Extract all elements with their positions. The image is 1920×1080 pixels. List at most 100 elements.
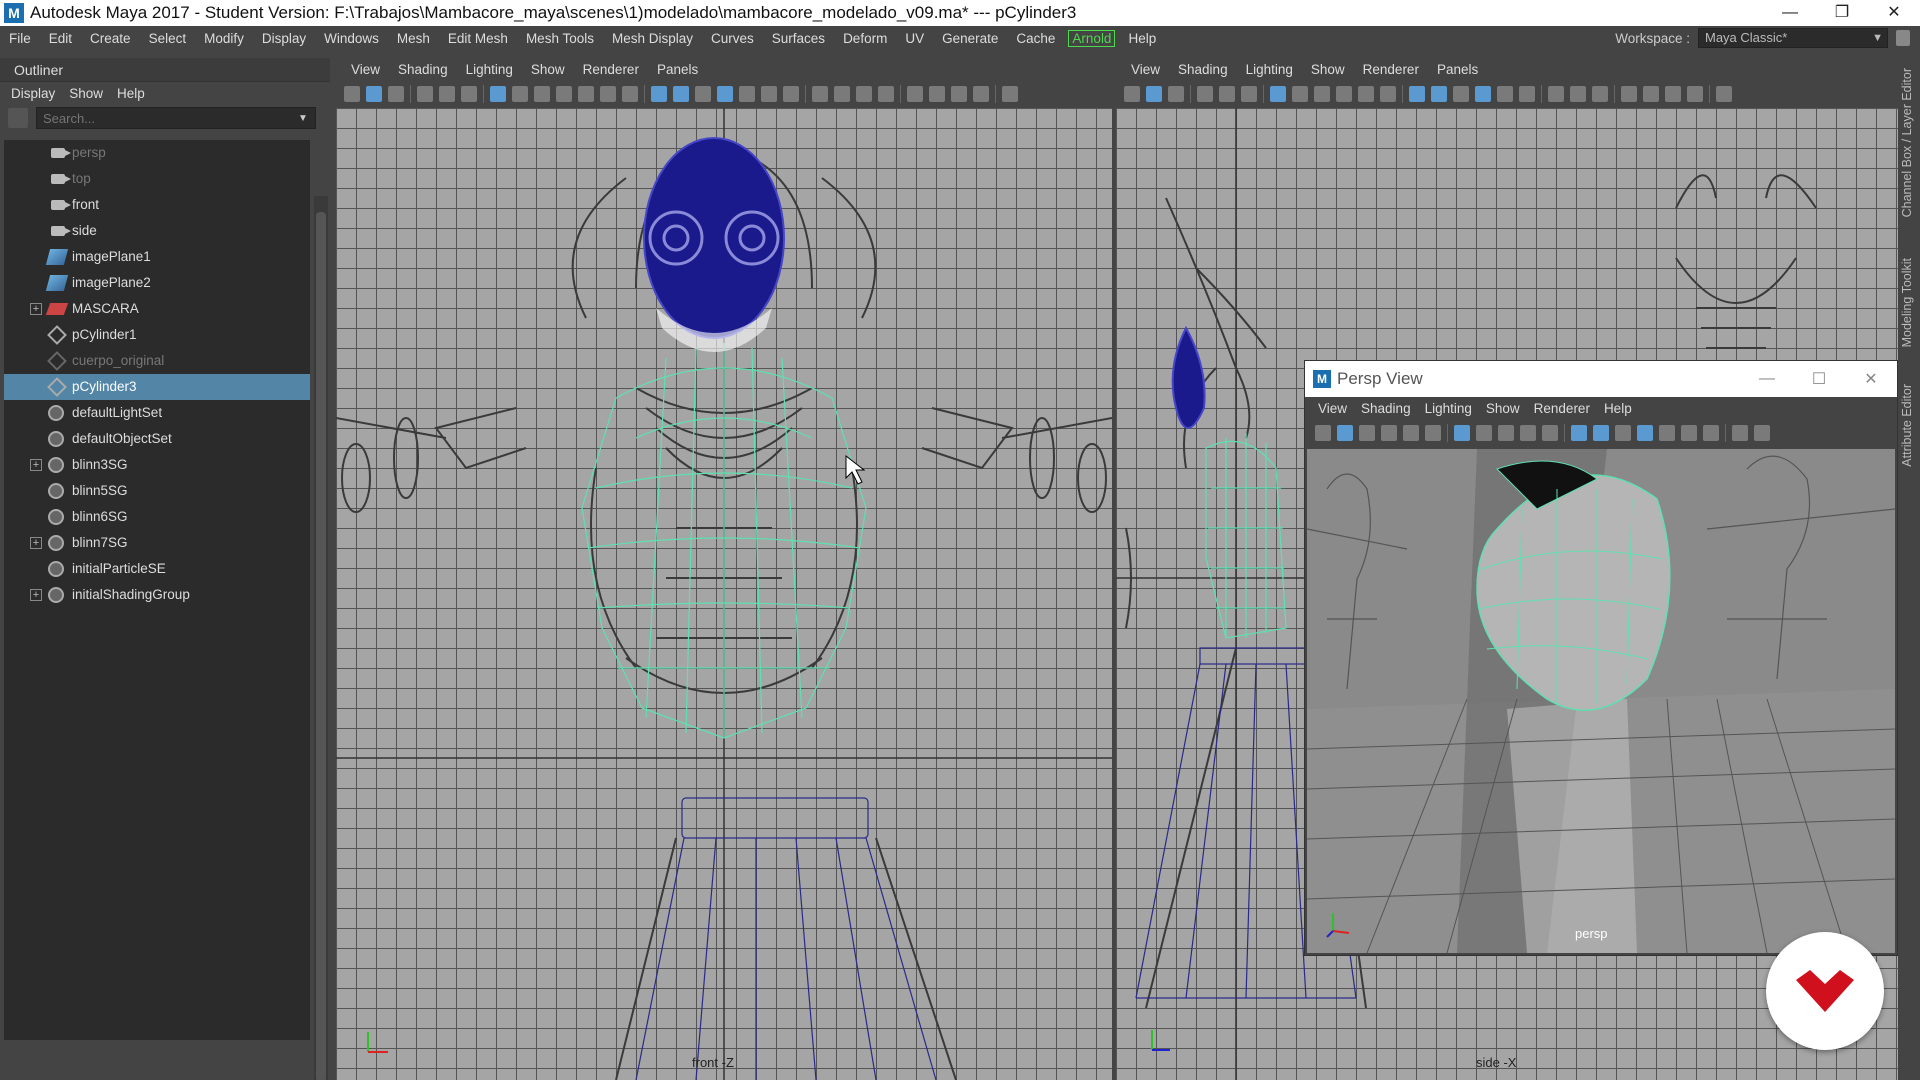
wireframe-icon[interactable]: [1571, 425, 1587, 441]
chevron-down-icon[interactable]: ▼: [298, 113, 308, 124]
anti-aliasing-icon[interactable]: [856, 86, 872, 102]
menu-help[interactable]: Help: [1119, 31, 1165, 46]
grid-toggle-icon[interactable]: [1454, 425, 1470, 441]
wireframe-on-shaded-icon[interactable]: [717, 86, 733, 102]
menu-create[interactable]: Create: [81, 31, 140, 46]
menu-surfaces[interactable]: Surfaces: [763, 31, 834, 46]
outliner-item-imageplane1[interactable]: imagePlane1: [4, 244, 310, 270]
menu-mesh-tools[interactable]: Mesh Tools: [517, 31, 603, 46]
xray-icon[interactable]: [929, 86, 945, 102]
vp-menu-renderer[interactable]: Renderer: [1354, 62, 1428, 77]
gate-mask-icon[interactable]: [556, 86, 572, 102]
outliner-item-imageplane2[interactable]: imagePlane2: [4, 270, 310, 296]
outliner-item-pcylinder3[interactable]: pCylinder3: [4, 374, 310, 400]
resolution-gate-icon[interactable]: [1498, 425, 1514, 441]
menu-select[interactable]: Select: [140, 31, 196, 46]
wireframe-icon[interactable]: [1409, 86, 1425, 102]
outliner-item-top[interactable]: top: [4, 166, 310, 192]
smooth-shade-icon[interactable]: [1431, 86, 1447, 102]
2d-pan-zoom-icon[interactable]: [1403, 425, 1419, 441]
gamma-icon[interactable]: [1002, 86, 1018, 102]
menu-modify[interactable]: Modify: [195, 31, 253, 46]
persp-viewport[interactable]: persp: [1307, 449, 1895, 953]
2d-pan-zoom-icon[interactable]: [1219, 86, 1235, 102]
close-icon[interactable]: ✕: [1845, 369, 1897, 389]
front-viewport[interactable]: View Shading Lighting Show Renderer Pane…: [336, 58, 1112, 1080]
vp-menu-show[interactable]: Show: [522, 62, 574, 77]
vp-menu-lighting[interactable]: Lighting: [1237, 62, 1302, 77]
outliner-item-mascara[interactable]: + MASCARA: [4, 296, 310, 322]
outliner-vertical-scrollbar[interactable]: [314, 196, 328, 1080]
menu-cache[interactable]: Cache: [1007, 31, 1064, 46]
xray-icon[interactable]: [1754, 425, 1770, 441]
lock-icon[interactable]: [1896, 30, 1910, 46]
vp-menu-view[interactable]: View: [1122, 62, 1169, 77]
tab-attribute-editor[interactable]: Attribute Editor: [1900, 384, 1914, 467]
isolate-select-icon[interactable]: [1621, 86, 1637, 102]
camera-select-icon[interactable]: [1124, 86, 1140, 102]
menu-display[interactable]: Display: [253, 31, 315, 46]
isolate-select-icon[interactable]: [907, 86, 923, 102]
persp-menu-view[interactable]: View: [1311, 401, 1354, 416]
screen-space-ao-icon[interactable]: [812, 86, 828, 102]
image-plane-toggle-icon[interactable]: [417, 86, 433, 102]
film-gate-icon[interactable]: [1476, 425, 1492, 441]
resolution-gate-icon[interactable]: [534, 86, 550, 102]
outliner-menu-help[interactable]: Help: [110, 86, 152, 101]
image-plane-toggle-icon[interactable]: [1381, 425, 1397, 441]
2d-pan-zoom-icon[interactable]: [439, 86, 455, 102]
textured-icon[interactable]: [1659, 425, 1675, 441]
wireframe-icon[interactable]: [651, 86, 667, 102]
persp-menu-shading[interactable]: Shading: [1354, 401, 1418, 416]
persp-menu-show[interactable]: Show: [1479, 401, 1527, 416]
persp-menu-lighting[interactable]: Lighting: [1418, 401, 1479, 416]
outliner-menu-display[interactable]: Display: [4, 86, 62, 101]
film-gate-icon[interactable]: [512, 86, 528, 102]
field-chart-icon[interactable]: [1358, 86, 1374, 102]
outliner-item-blinn5sg[interactable]: blinn5SG: [4, 478, 310, 504]
vp-menu-lighting[interactable]: Lighting: [457, 62, 522, 77]
menu-uv[interactable]: UV: [896, 31, 933, 46]
smooth-shade-icon[interactable]: [1593, 425, 1609, 441]
expand-icon[interactable]: +: [30, 537, 42, 549]
outliner-item-persp[interactable]: persp: [4, 140, 310, 166]
camera-select-icon[interactable]: [1315, 425, 1331, 441]
field-chart-icon[interactable]: [1542, 425, 1558, 441]
persp-menu-help[interactable]: Help: [1597, 401, 1639, 416]
isolate-select-icon[interactable]: [1732, 425, 1748, 441]
motion-blur-icon[interactable]: [834, 86, 850, 102]
menu-generate[interactable]: Generate: [933, 31, 1007, 46]
search-input[interactable]: [36, 107, 316, 129]
vp-menu-view[interactable]: View: [342, 62, 389, 77]
anti-aliasing-icon[interactable]: [1592, 86, 1608, 102]
persp-view-window[interactable]: M Persp View — ☐ ✕ View Shading Lighting…: [1304, 360, 1898, 956]
safe-title-icon[interactable]: [622, 86, 638, 102]
gamma-icon[interactable]: [1716, 86, 1732, 102]
tab-modeling-toolkit[interactable]: Modeling Toolkit: [1900, 258, 1914, 347]
resolution-gate-icon[interactable]: [1314, 86, 1330, 102]
vp-menu-panels[interactable]: Panels: [648, 62, 707, 77]
grease-pencil-icon[interactable]: [1425, 425, 1441, 441]
safe-action-icon[interactable]: [600, 86, 616, 102]
vp-menu-renderer[interactable]: Renderer: [574, 62, 648, 77]
textured-icon[interactable]: [1497, 86, 1513, 102]
xray-joints-icon[interactable]: [1665, 86, 1681, 102]
smooth-shade-icon[interactable]: [673, 86, 689, 102]
camera-attributes-icon[interactable]: [1146, 86, 1162, 102]
menu-deform[interactable]: Deform: [834, 31, 896, 46]
gate-mask-icon[interactable]: [1336, 86, 1352, 102]
grid-toggle-icon[interactable]: [490, 86, 506, 102]
outliner-item-defaultobjectset[interactable]: defaultObjectSet: [4, 426, 310, 452]
front-viewport-grid[interactable]: front -Z: [336, 108, 1112, 1080]
motion-blur-icon[interactable]: [1570, 86, 1586, 102]
expand-icon[interactable]: +: [30, 589, 42, 601]
outliner-item-cuerpo-original[interactable]: cuerpo_original: [4, 348, 310, 374]
scrollbar-thumb[interactable]: [316, 212, 326, 1080]
tab-channel-box[interactable]: Channel Box / Layer Editor: [1900, 68, 1914, 217]
expand-icon[interactable]: +: [30, 459, 42, 471]
outliner-item-front[interactable]: front: [4, 192, 310, 218]
minimize-icon[interactable]: —: [1741, 370, 1793, 388]
textured-icon[interactable]: [739, 86, 755, 102]
menu-windows[interactable]: Windows: [315, 31, 388, 46]
shadows-icon[interactable]: [783, 86, 799, 102]
